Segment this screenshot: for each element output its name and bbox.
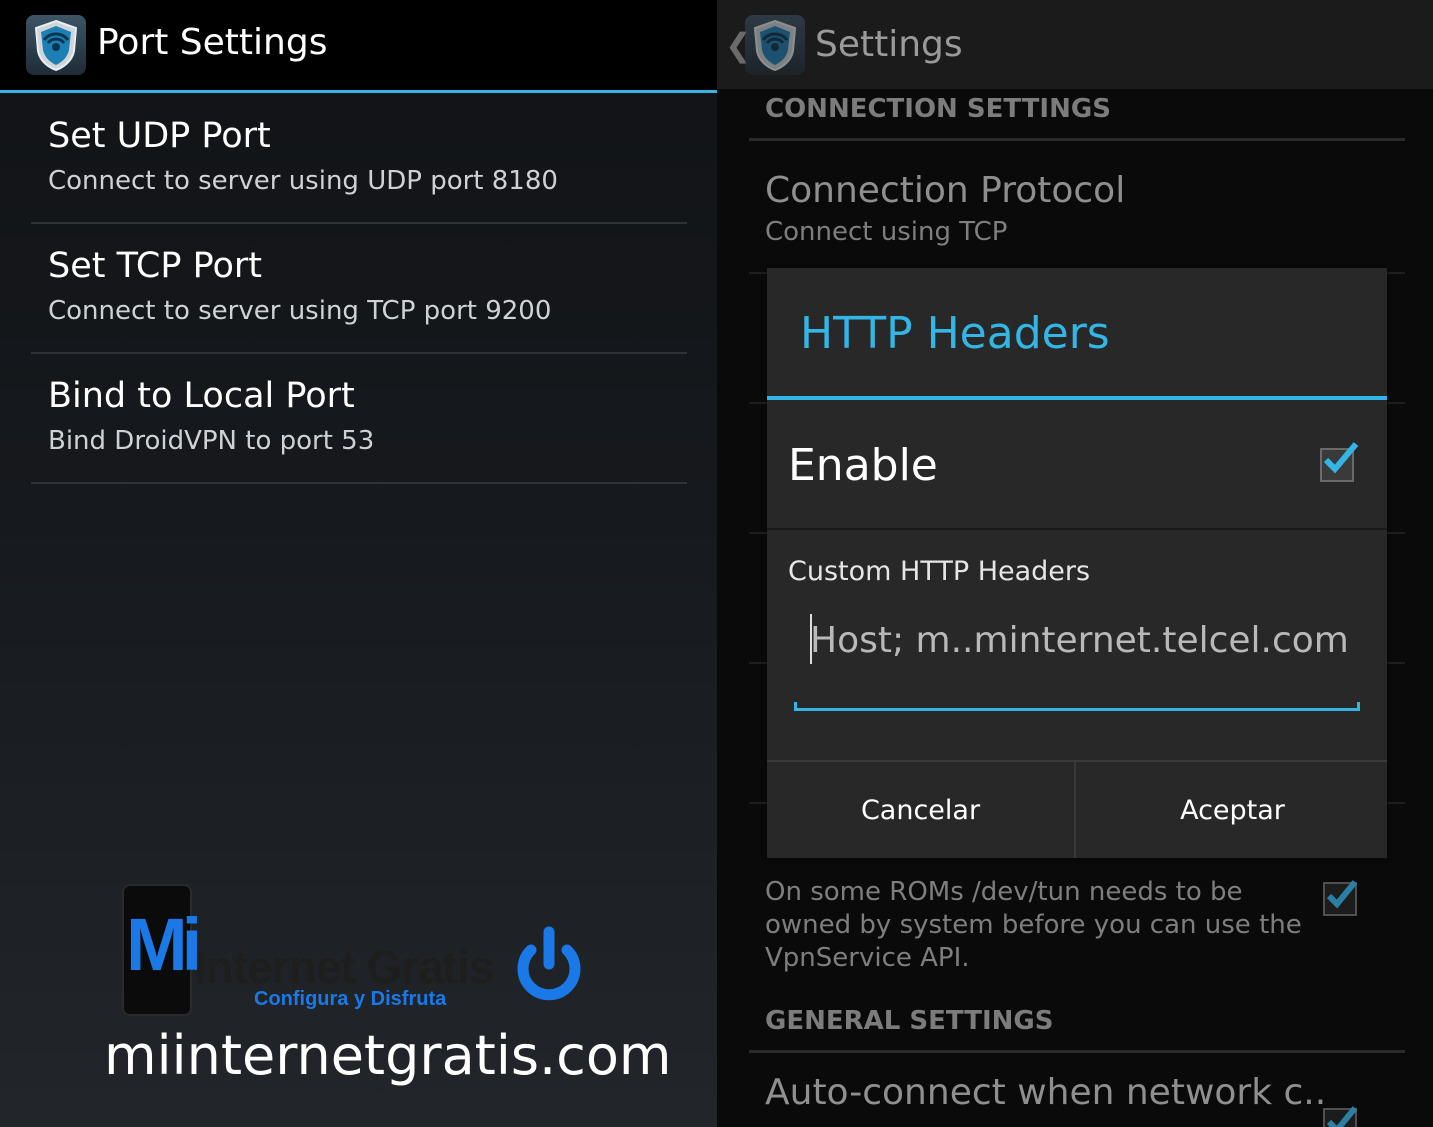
checkmark-icon — [1326, 880, 1358, 909]
page-title: Settings — [815, 24, 963, 65]
settings-screen: ❮ Settings CONNECTION SETTINGS Connectio… — [717, 0, 1433, 1127]
input-underline — [794, 702, 1360, 711]
pref-summary-tun: On some ROMs /dev/tun needs to be owned … — [765, 877, 1302, 973]
pref-summary: Connect to server using UDP port 8180 — [48, 166, 558, 196]
pref-title-protocol: Connection Protocol — [765, 170, 1126, 211]
pref-tcp-port[interactable]: Set TCP Port Connect to server using TCP… — [31, 222, 687, 354]
watermark-logo: Mi Internet Gratis Configura y Disfruta — [120, 884, 590, 1016]
tun-checkbox[interactable] — [1323, 880, 1358, 916]
droidvpn-shield-icon[interactable] — [745, 15, 805, 75]
pref-local-port[interactable]: Bind to Local Port Bind DroidVPN to port… — [31, 352, 687, 484]
pref-title: Set TCP Port — [48, 246, 262, 286]
checkmark-icon — [1323, 442, 1359, 474]
logo-tagline: Configura y Disfruta — [254, 988, 447, 1010]
page-title: Port Settings — [97, 22, 328, 63]
dialog-title: HTTP Headers — [800, 308, 1110, 359]
custom-headers-label: Custom HTTP Headers — [788, 556, 1091, 587]
port-settings-screen: Port Settings Set UDP Port Connect to se… — [0, 0, 717, 1127]
custom-headers-field — [794, 598, 1360, 714]
action-bar: Port Settings — [0, 0, 717, 93]
droidvpn-shield-icon[interactable] — [26, 15, 86, 75]
logo-name: Internet Gratis — [194, 941, 494, 993]
section-header-connection: CONNECTION SETTINGS — [749, 94, 1405, 141]
enable-label: Enable — [788, 440, 938, 491]
pref-summary: Bind DroidVPN to port 53 — [48, 426, 375, 456]
section-header-general: GENERAL SETTINGS — [749, 1006, 1405, 1053]
text-cursor — [810, 614, 812, 664]
checkmark-icon — [1326, 1106, 1358, 1127]
pref-title: Set UDP Port — [48, 116, 271, 156]
pref-summary: Connect to server using TCP port 9200 — [48, 296, 552, 326]
action-bar: ❮ Settings — [717, 0, 1433, 89]
watermark-domain: miinternetgratis.com — [104, 1024, 672, 1087]
power-icon — [517, 926, 581, 1001]
pref-summary-protocol: Connect using TCP — [765, 217, 1008, 247]
enable-checkbox[interactable] — [1320, 442, 1359, 482]
dialog-button-bar: Cancelar Aceptar — [767, 760, 1387, 860]
http-headers-dialog: HTTP Headers Enable Custom HTTP Headers … — [767, 268, 1387, 858]
cancel-button[interactable]: Cancelar — [767, 762, 1076, 858]
pref-udp-port[interactable]: Set UDP Port Connect to server using UDP… — [31, 92, 687, 224]
custom-headers-input[interactable] — [810, 614, 1350, 666]
logo-mi: Mi — [126, 903, 202, 986]
pref-title-autoconnect: Auto-connect when network c.. — [765, 1072, 1327, 1113]
accept-button[interactable]: Aceptar — [1078, 762, 1387, 858]
enable-row[interactable]: Enable — [767, 400, 1387, 530]
pref-title: Bind to Local Port — [48, 376, 355, 416]
autoconnect-checkbox[interactable] — [1323, 1106, 1358, 1127]
